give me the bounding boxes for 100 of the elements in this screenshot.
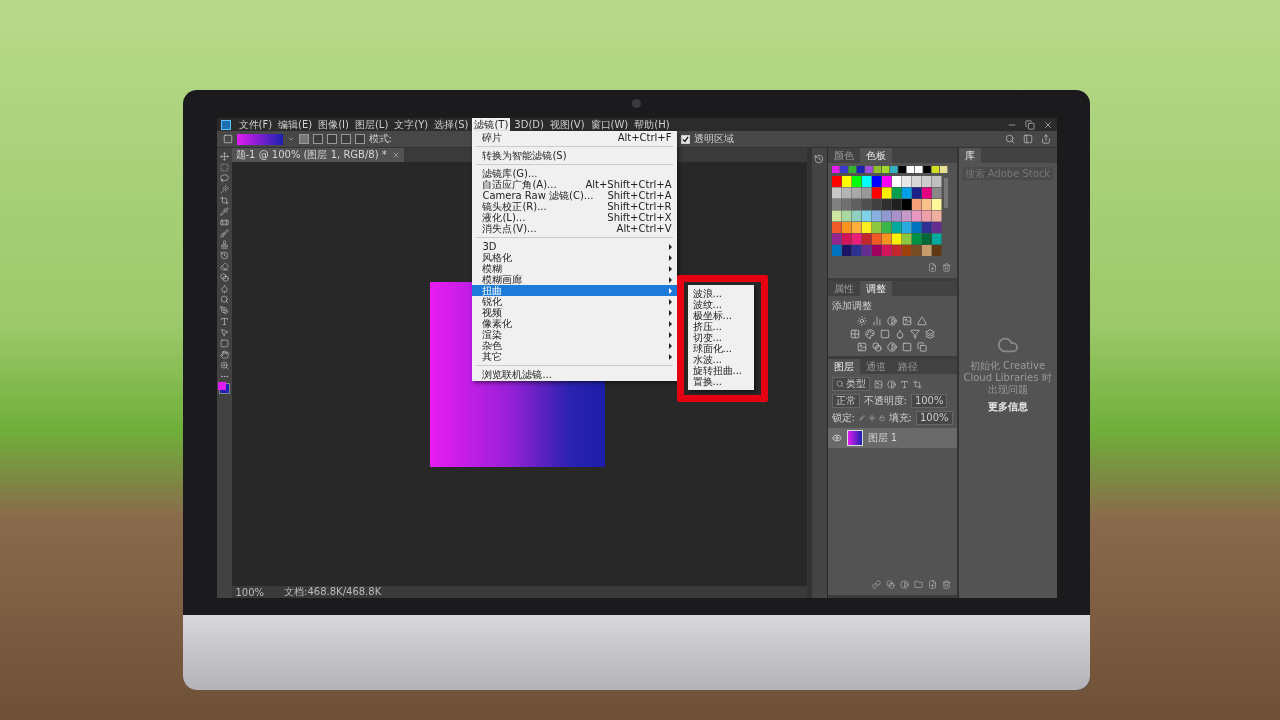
panel-tab[interactable]: 路径 — [891, 359, 924, 374]
panel-tab[interactable]: 颜色 — [827, 148, 860, 163]
transparency-checkbox[interactable] — [680, 134, 690, 144]
sun-icon[interactable] — [857, 316, 867, 326]
menu-item[interactable]: 编辑(E) — [276, 118, 315, 131]
panel-tab[interactable]: 色板 — [859, 148, 892, 163]
pointer-icon[interactable] — [219, 328, 229, 337]
contrast-icon[interactable] — [887, 342, 897, 352]
panel-tab[interactable]: 库 — [958, 148, 981, 163]
hand-icon[interactable] — [219, 350, 229, 359]
menu-item[interactable]: 图层(L) — [352, 118, 391, 131]
menu-entry[interactable]: 视频 — [472, 307, 677, 318]
menu-entry[interactable]: 液化(L)... Shift+Ctrl+X — [472, 212, 677, 223]
menu-entry[interactable]: 杂色 — [472, 340, 677, 351]
menu-entry[interactable]: 模糊 — [472, 263, 677, 274]
new-layer-icon[interactable] — [927, 580, 937, 589]
menu-entry[interactable]: 模糊画廊 — [472, 274, 677, 285]
square-icon[interactable] — [902, 342, 912, 352]
brush-icon[interactable] — [219, 229, 229, 238]
magic-wand-icon[interactable] — [219, 185, 229, 194]
square-icon[interactable] — [879, 329, 890, 339]
brush-icon[interactable] — [858, 414, 865, 422]
move-icon[interactable] — [219, 152, 229, 161]
gradient-preview[interactable] — [236, 133, 283, 145]
menu-entry[interactable]: 置换... — [687, 376, 754, 387]
trash-icon[interactable] — [941, 580, 951, 589]
crop-icon[interactable] — [912, 379, 922, 389]
document-tab[interactable]: 题-1 @ 100% (图层 1, RGB/8) * — [231, 148, 404, 162]
workspace-icon[interactable] — [1022, 134, 1033, 144]
grid-icon[interactable] — [849, 329, 860, 339]
link-icon[interactable] — [871, 580, 881, 589]
folder-icon[interactable] — [913, 580, 923, 589]
reflected-gradient-button[interactable] — [340, 134, 351, 144]
more-info-link[interactable]: 更多信息 — [987, 400, 1028, 414]
panel-tab[interactable]: 调整 — [859, 281, 892, 296]
eyedropper-icon[interactable] — [219, 207, 229, 216]
image-icon[interactable] — [902, 316, 912, 326]
pen-icon[interactable] — [219, 306, 229, 315]
menu-entry[interactable]: Camera Raw 滤镜(C)... Shift+Ctrl+A — [472, 190, 677, 201]
move-icon[interactable] — [868, 414, 875, 422]
history-brush-icon[interactable] — [219, 251, 229, 260]
menu-item[interactable]: 3D(D) — [512, 118, 546, 131]
search-icon[interactable] — [219, 295, 229, 304]
menu-entry[interactable]: 挤压... — [687, 321, 754, 332]
palette-icon[interactable] — [864, 329, 875, 339]
color-swatch-icon[interactable] — [218, 383, 230, 394]
search-icon[interactable] — [1004, 134, 1015, 144]
radial-gradient-button[interactable] — [312, 134, 323, 144]
menu-entry[interactable]: 波浪... — [687, 288, 754, 299]
menu-entry[interactable]: 风格化 — [472, 252, 677, 263]
zoom-icon[interactable] — [219, 361, 229, 370]
close-icon[interactable] — [1042, 119, 1053, 130]
more-icon[interactable] — [219, 372, 229, 381]
app-logo-icon[interactable] — [220, 119, 231, 130]
layer-row[interactable]: 图层 1 — [827, 428, 957, 448]
marquee-icon[interactable] — [219, 163, 229, 172]
menu-entry[interactable]: 像素化 — [472, 318, 677, 329]
filter-icon[interactable] — [909, 329, 920, 339]
menu-entry[interactable]: 碎片 Alt+Ctrl+F — [472, 132, 677, 143]
menu-entry[interactable]: 滤镜库(G)... — [472, 168, 677, 179]
menu-item[interactable]: 帮助(H) — [632, 118, 672, 131]
opacity-field[interactable]: 100% — [910, 394, 948, 408]
menu-entry[interactable]: 球面化... — [687, 343, 754, 354]
share-icon[interactable] — [1040, 134, 1051, 144]
menu-entry[interactable]: 其它 — [472, 351, 677, 362]
menu-item[interactable]: 图像(I) — [316, 118, 351, 131]
visibility-toggle[interactable] — [831, 433, 842, 443]
type-icon[interactable] — [219, 317, 229, 326]
menu-entry[interactable]: 3D — [472, 241, 677, 252]
menu-entry[interactable]: 锐化 — [472, 296, 677, 307]
menu-entry[interactable]: 扭曲 — [472, 285, 677, 296]
blend-icon[interactable] — [872, 342, 882, 352]
new-swatch-icon[interactable] — [927, 263, 937, 272]
rectangle-icon[interactable] — [219, 339, 229, 348]
eraser-icon[interactable] — [219, 262, 229, 271]
copy-icon[interactable] — [917, 342, 927, 352]
fill-field[interactable]: 100% — [915, 411, 953, 425]
menu-entry[interactable]: 渲染 — [472, 329, 677, 340]
menu-entry[interactable]: 镜头校正(R)... Shift+Ctrl+R — [472, 201, 677, 212]
caret-icon[interactable] — [286, 135, 295, 143]
diamond-gradient-button[interactable] — [354, 134, 365, 144]
layer-filter-dropdown[interactable]: 类型 — [831, 377, 870, 391]
panel-tab[interactable]: 通道 — [859, 359, 892, 374]
menu-item[interactable]: 窗口(W) — [588, 118, 631, 131]
menu-item[interactable]: 文字(Y) — [392, 118, 431, 131]
menu-entry[interactable]: 切变... — [687, 332, 754, 343]
lasso-icon[interactable] — [219, 174, 229, 183]
bar-chart-icon[interactable] — [872, 316, 882, 326]
panel-tab[interactable]: 图层 — [827, 359, 860, 374]
blend-icon[interactable] — [885, 580, 895, 589]
blend-mode-dropdown[interactable]: 正常 — [831, 394, 860, 408]
menu-entry[interactable]: 浏览联机滤镜... — [472, 369, 677, 380]
type-icon[interactable] — [899, 379, 909, 389]
contrast-icon[interactable] — [899, 580, 909, 589]
crop-icon[interactable] — [219, 196, 229, 205]
droplet-icon[interactable] — [894, 329, 905, 339]
menu-entry[interactable]: 极坐标... — [687, 310, 754, 321]
layers-icon[interactable] — [924, 329, 935, 339]
menu-entry[interactable]: 转换为智能滤镜(S) — [472, 150, 677, 161]
menu-entry[interactable]: 水波... — [687, 354, 754, 365]
